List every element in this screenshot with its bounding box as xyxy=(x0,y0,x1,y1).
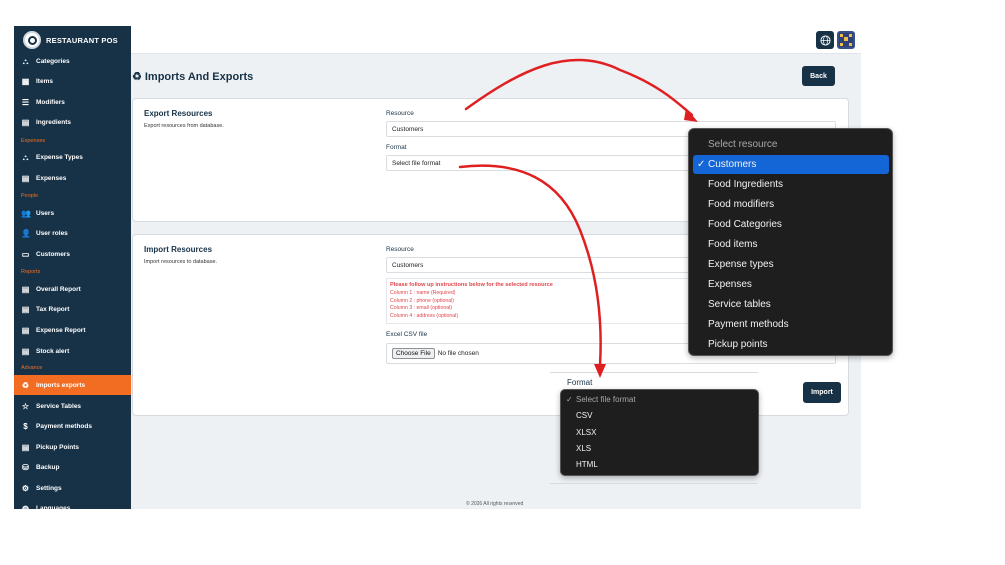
arrowhead-icon xyxy=(594,364,606,378)
annotation-arrows xyxy=(458,58,698,378)
arrowhead-icon xyxy=(684,108,698,122)
arrow-to-format-dropdown xyxy=(458,164,602,367)
arrow-to-resource-dropdown xyxy=(464,58,694,117)
